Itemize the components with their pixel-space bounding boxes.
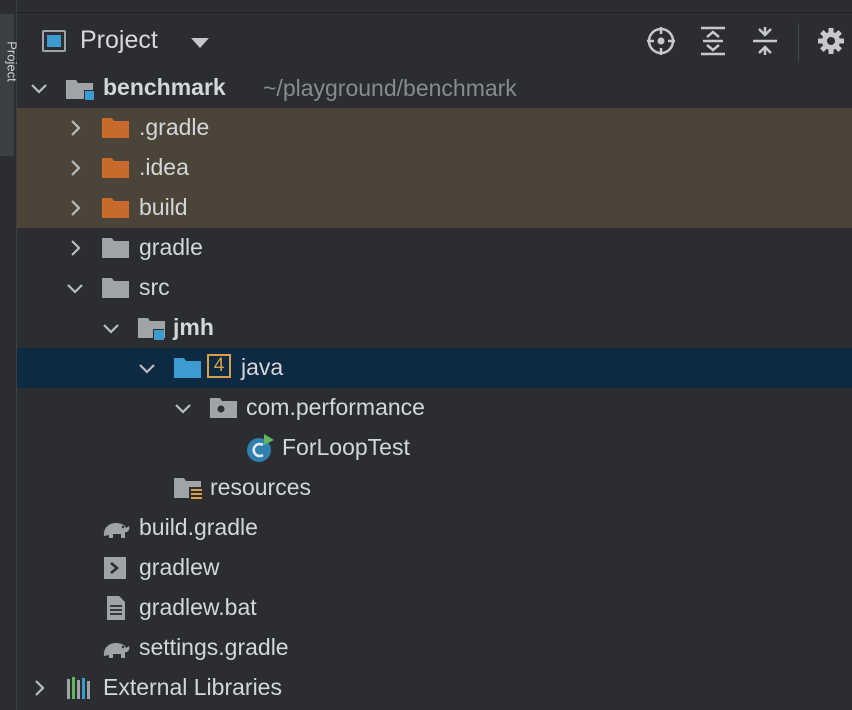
- chevron-down-icon[interactable]: [137, 358, 157, 378]
- chevron-right-icon[interactable]: [65, 158, 85, 178]
- collapse-all-icon[interactable]: [749, 25, 781, 57]
- chevron-down-icon[interactable]: [173, 398, 193, 418]
- excluded-folder-icon: [102, 198, 129, 218]
- gear-icon[interactable]: [815, 25, 847, 57]
- panel-title[interactable]: Project: [80, 26, 158, 55]
- library-icon: [67, 677, 90, 699]
- tree-item-label: ForLoopTest: [282, 434, 410, 460]
- tree-item-label: build.gradle: [139, 514, 258, 540]
- tree-row-build-gradle[interactable]: build.gradle: [17, 508, 852, 548]
- folder-icon: [102, 278, 129, 298]
- chevron-down-icon[interactable]: [101, 318, 121, 338]
- tree-item-label: settings.gradle: [139, 634, 289, 660]
- tree-row-external-libraries[interactable]: External Libraries: [17, 668, 852, 708]
- tree-item-label: .idea: [139, 154, 189, 180]
- excluded-folder-icon: [102, 118, 129, 138]
- tree-item-label: gradlew: [139, 554, 220, 580]
- module-folder-icon: [66, 80, 94, 100]
- chevron-right-icon[interactable]: [65, 198, 85, 218]
- tree-row-benchmark[interactable]: benchmark ~/playground/benchmark: [17, 68, 852, 108]
- tree-row-src[interactable]: src: [17, 268, 852, 308]
- tree-row-resources[interactable]: resources: [17, 468, 852, 508]
- chevron-down-icon[interactable]: [191, 38, 209, 48]
- expand-all-icon[interactable]: [697, 25, 729, 57]
- project-tool-tab[interactable]: Project: [0, 14, 20, 156]
- tree-item-label: gradlew.bat: [139, 594, 257, 620]
- gradle-elephant-icon: [103, 523, 130, 538]
- locate-icon[interactable]: [645, 25, 677, 57]
- tree-item-label: java: [241, 354, 284, 380]
- tree-item-label: resources: [210, 474, 311, 500]
- tree-item-label: build: [139, 194, 188, 220]
- shell-script-icon: [104, 557, 126, 579]
- tree-item-path: ~/playground/benchmark: [263, 75, 517, 101]
- tree-row-class[interactable]: ForLoopTest: [17, 428, 852, 468]
- tree-row-gradlew[interactable]: gradlew: [17, 548, 852, 588]
- tree-row-gradle[interactable]: gradle: [17, 228, 852, 268]
- tree-item-label: gradle: [139, 234, 203, 260]
- source-folder-icon: [174, 358, 201, 378]
- tree-item-label: com.performance: [246, 394, 425, 420]
- bookmark-badge: 4: [207, 354, 231, 378]
- resources-folder-icon: [174, 478, 203, 500]
- chevron-down-icon[interactable]: [29, 78, 49, 98]
- tree-row-java[interactable]: 4 java: [17, 348, 852, 388]
- text-file-icon: [107, 596, 125, 620]
- excluded-folder-icon: [102, 158, 129, 178]
- chevron-down-icon[interactable]: [65, 278, 85, 298]
- tree-item-label: benchmark: [103, 74, 226, 100]
- package-icon: [210, 398, 237, 418]
- tree-item-label: .gradle: [139, 114, 210, 140]
- tree-item-label: External Libraries: [103, 674, 282, 700]
- chevron-right-icon[interactable]: [65, 118, 85, 138]
- gradle-elephant-icon: [103, 643, 130, 658]
- tree-item-label: jmh: [173, 314, 214, 340]
- chevron-right-icon[interactable]: [65, 238, 85, 258]
- tree-row-build[interactable]: build: [17, 188, 852, 228]
- test-class-icon: [247, 434, 274, 462]
- module-folder-icon: [138, 318, 165, 340]
- tool-window-strip: Project: [0, 0, 20, 710]
- tree-item-label: src: [139, 274, 170, 300]
- tree-row-settings-gradle[interactable]: settings.gradle: [17, 628, 852, 668]
- tree-row-jmh[interactable]: jmh: [17, 308, 852, 348]
- chevron-right-icon[interactable]: [29, 678, 49, 698]
- tree-row-gradle-dir[interactable]: .gradle: [17, 108, 852, 148]
- tree-row-package[interactable]: com.performance: [17, 388, 852, 428]
- folder-icon: [102, 238, 129, 258]
- project-panel: Project benchmark ~/playground/benchmark…: [17, 0, 852, 710]
- tree-row-gradlew-bat[interactable]: gradlew.bat: [17, 588, 852, 628]
- project-view-icon: [42, 30, 66, 52]
- toolbar-separator: [798, 23, 799, 61]
- panel-header: Project: [17, 13, 852, 69]
- tree-row-idea[interactable]: .idea: [17, 148, 852, 188]
